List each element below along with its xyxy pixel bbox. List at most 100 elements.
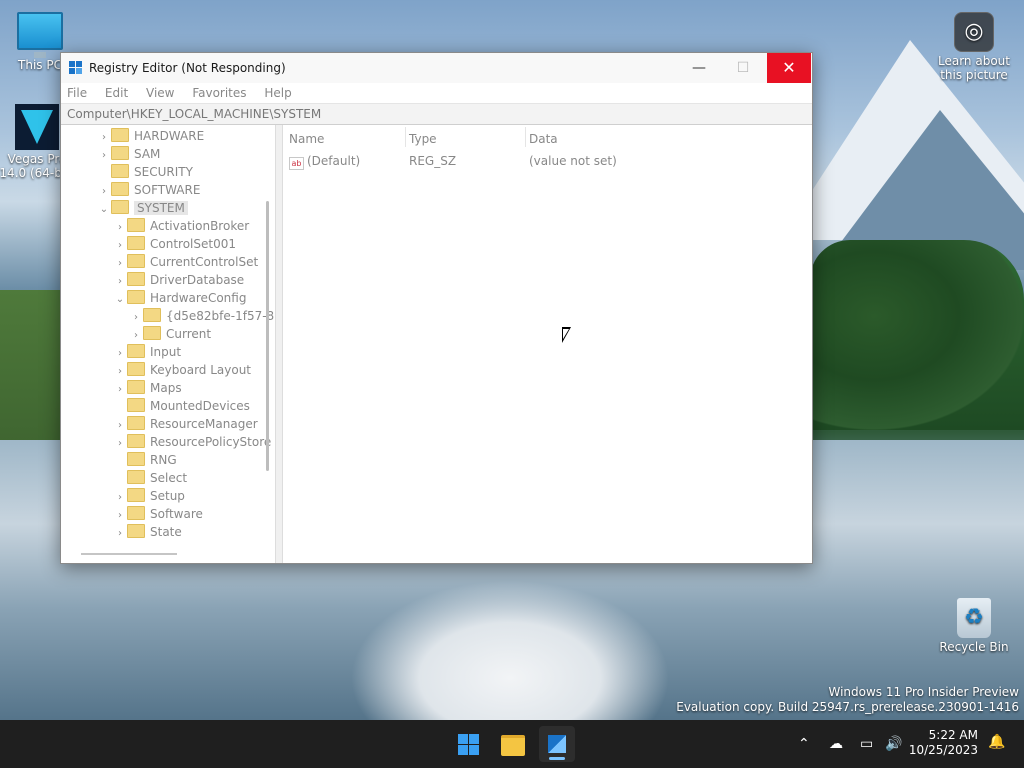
tree-item-label: DriverDatabase <box>150 273 245 287</box>
tree-item[interactable]: › Input <box>113 343 181 361</box>
tree-item[interactable]: › {d5e82bfe-1f57-8... <box>129 307 275 325</box>
tree-item[interactable]: › Software <box>113 505 203 523</box>
folder-icon <box>127 470 145 484</box>
tree-item-label: Input <box>150 345 182 359</box>
tree-item[interactable]: › ControlSet001 <box>113 235 236 253</box>
minimize-button[interactable]: — <box>677 53 721 83</box>
tree-item[interactable]: › ActivationBroker <box>113 217 249 235</box>
folder-icon <box>143 308 161 322</box>
mouse-cursor-icon <box>562 327 571 343</box>
tree-item[interactable]: › DriverDatabase <box>113 271 244 289</box>
column-header-name[interactable]: Name <box>289 131 324 147</box>
tree-item-label: State <box>150 525 182 539</box>
folder-icon <box>127 272 145 286</box>
tree-item-label: Setup <box>150 489 185 503</box>
tree-item[interactable]: › CurrentControlSet <box>113 253 258 271</box>
tree-item-label: CurrentControlSet <box>150 255 259 269</box>
desktop-icon-label: Recycle Bin <box>939 640 1009 654</box>
maximize-button[interactable]: ☐ <box>721 53 765 83</box>
active-app-indicator <box>549 757 565 760</box>
tree-item-label: RNG <box>150 453 177 467</box>
menu-file[interactable]: File <box>67 83 87 103</box>
tree-item-label: SOFTWARE <box>134 183 201 197</box>
folder-icon <box>127 524 145 538</box>
column-header-data[interactable]: Data <box>529 131 558 147</box>
tree-item-label: Select <box>150 471 188 485</box>
tree-item[interactable]: › Current <box>129 325 211 343</box>
value-name: (Default) <box>307 154 361 168</box>
address-bar[interactable]: Computer\HKEY_LOCAL_MACHINE\SYSTEM <box>61 103 812 125</box>
column-header-type[interactable]: Type <box>409 131 437 147</box>
tree-item[interactable]: › HARDWARE <box>97 127 204 145</box>
tree-item[interactable]: › State <box>113 523 182 541</box>
key-tree: › HARDWARE › SAM SECURITY › SOFTWARE ⌄ SYSTEM › Ac… <box>61 125 275 563</box>
taskbar: ⌃ ☁ ▭ 🔊 5:22 AM 10/25/2023 🔔 <box>0 720 1024 768</box>
notification-bell-icon[interactable]: 🔔 <box>988 734 1005 750</box>
desktop-icon-recycle-bin[interactable]: ♻ Recycle Bin <box>936 598 1012 654</box>
tree-vertical-scrollbar[interactable] <box>266 201 269 471</box>
evaluation-watermark: Windows 11 Pro Insider Preview Evaluatio… <box>676 685 1019 714</box>
menu-bar: File Edit View Favorites Help <box>61 83 812 103</box>
tree-item[interactable]: ⌄ HardwareConfig <box>113 289 246 307</box>
tree-item[interactable]: Select <box>113 469 187 487</box>
tree-item[interactable]: › ResourcePolicyStore <box>113 433 271 451</box>
network-icon[interactable]: ▭ <box>860 720 873 768</box>
tree-item[interactable]: › Maps <box>113 379 182 397</box>
tree-item[interactable]: MountedDevices <box>113 397 250 415</box>
tree-horizontal-scrollbar[interactable] <box>81 553 177 555</box>
tree-item-label: ActivationBroker <box>150 219 250 233</box>
menu-view[interactable]: View <box>146 83 174 103</box>
value-data: (value not set) <box>529 154 617 168</box>
tree-item[interactable]: › ResourceManager <box>113 415 258 433</box>
registry-editor-icon <box>69 61 83 75</box>
tree-item[interactable]: › Setup <box>113 487 185 505</box>
clock-time: 5:22 AM <box>928 728 978 742</box>
volume-icon[interactable]: 🔊 <box>885 720 902 768</box>
folder-icon <box>111 164 129 178</box>
folder-icon <box>127 506 145 520</box>
start-button[interactable] <box>450 726 486 762</box>
tree-item[interactable]: ⌄ SYSTEM <box>97 199 188 217</box>
folder-icon <box>127 290 145 304</box>
menu-edit[interactable]: Edit <box>105 83 128 103</box>
desktop-icon-learn-about-picture[interactable]: ◎ Learn about this picture <box>936 12 1012 82</box>
folder-icon <box>127 488 145 502</box>
tree-item-label: {d5e82bfe-1f57-8... <box>166 309 275 323</box>
chevron-right-icon[interactable]: › <box>113 525 127 543</box>
monitor-icon <box>17 12 63 50</box>
folder-icon <box>127 362 145 376</box>
tree-item-label: HARDWARE <box>134 129 205 143</box>
folder-icon <box>501 735 525 756</box>
tree-item-label: Keyboard Layout <box>150 363 252 377</box>
folder-icon <box>127 398 145 412</box>
tree-item[interactable]: › Keyboard Layout <box>113 361 251 379</box>
desktop-icon-label: this picture <box>940 68 1008 82</box>
system-clock[interactable]: 5:22 AM 10/25/2023 <box>906 728 978 758</box>
close-button[interactable]: ✕ <box>767 53 811 83</box>
folder-icon <box>127 452 145 466</box>
title-bar[interactable]: Registry Editor (Not Responding) — ☐ ✕ <box>61 53 812 83</box>
camera-icon: ◎ <box>954 12 994 52</box>
tree-item-label: HardwareConfig <box>150 291 247 305</box>
tree-item-label: MountedDevices <box>150 399 250 413</box>
registry-editor-icon <box>548 735 566 753</box>
onedrive-icon[interactable]: ☁ <box>829 720 843 768</box>
tree-item-label: ControlSet001 <box>150 237 236 251</box>
tree-item[interactable]: › SOFTWARE <box>97 181 200 199</box>
taskbar-file-explorer[interactable] <box>495 726 531 762</box>
value-type: REG_SZ <box>409 154 457 168</box>
pane-splitter[interactable] <box>275 125 283 563</box>
tree-item[interactable]: RNG <box>113 451 177 469</box>
tree-item[interactable]: SECURITY <box>97 163 193 181</box>
tree-item-label: Software <box>150 507 203 521</box>
folder-icon <box>111 182 129 196</box>
chevron-down-icon[interactable]: ⌄ <box>97 201 111 219</box>
folder-icon <box>127 344 145 358</box>
menu-help[interactable]: Help <box>264 83 291 103</box>
menu-favorites[interactable]: Favorites <box>192 83 246 103</box>
chevron-down-icon[interactable]: ⌄ <box>113 291 127 309</box>
chevron-up-icon[interactable]: ⌃ <box>798 720 810 768</box>
folder-icon <box>127 434 145 448</box>
tree-item[interactable]: › SAM <box>97 145 160 163</box>
tree-item-label: ResourceManager <box>150 417 258 431</box>
